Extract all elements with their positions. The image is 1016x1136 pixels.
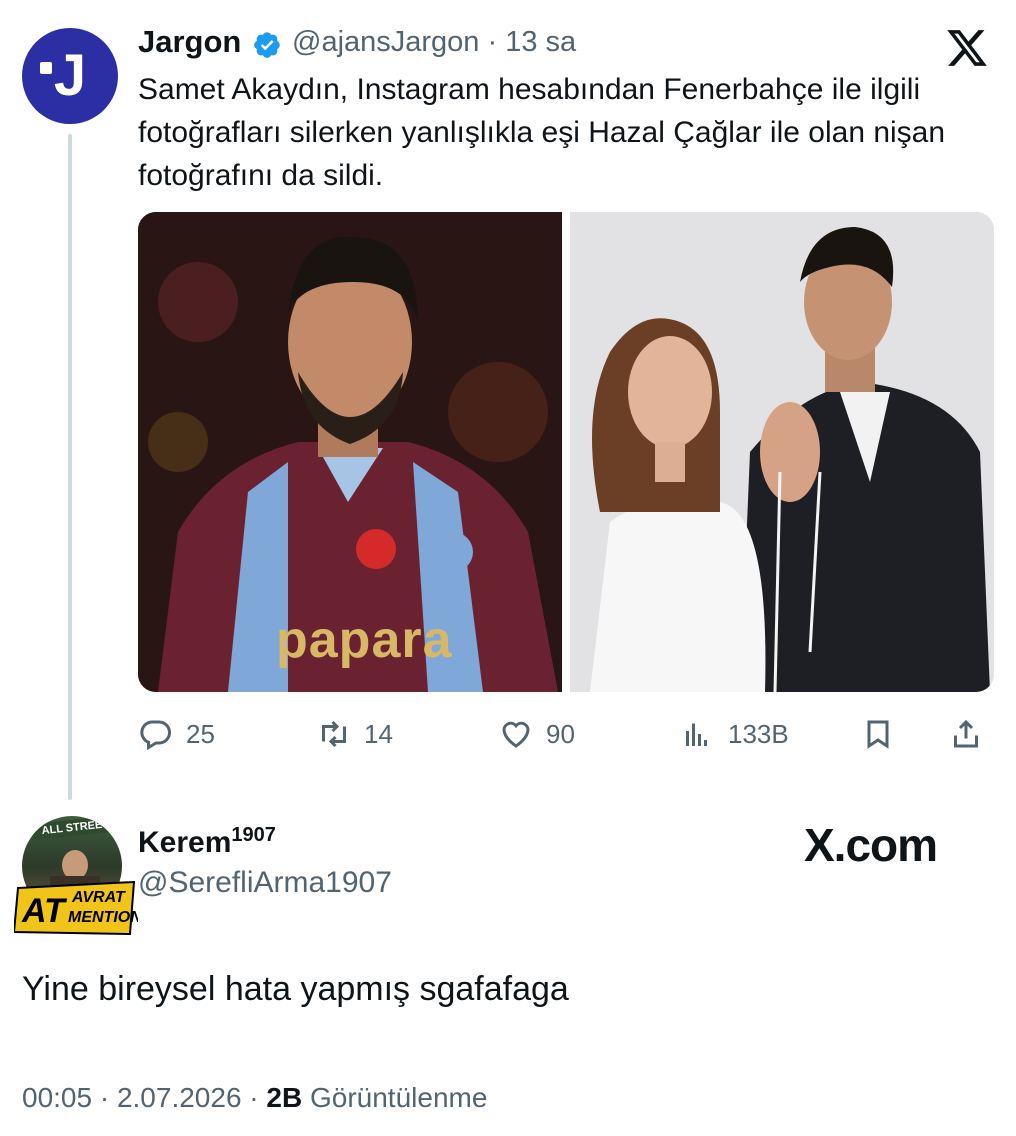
reply-button[interactable]: 25 [138,712,215,756]
jersey-sponsor: papara [276,611,453,669]
reply-author-name-text: Kerem [138,826,232,859]
reply-views-label: Görüntülenme [302,1082,488,1113]
retweet-icon [322,720,346,748]
badge-mention: MENTION [68,909,138,926]
badge-avrat: AVRAT [71,889,126,906]
author-name[interactable]: Jargon [138,24,241,60]
views-icon [686,723,707,746]
x-logo-icon[interactable] [944,26,990,70]
share-icon [954,719,978,748]
reply-count: 25 [186,718,215,749]
xcom-watermark: X.com [804,819,938,871]
thread-line [68,134,72,800]
reply-views-count: 2B [266,1082,303,1113]
like-icon [502,721,530,748]
tweet-time: 13 sa [505,26,577,58]
separator: · [479,26,506,58]
author-handle-time[interactable]: @ajansJargon · 13 sa [292,26,576,59]
reply-author-handle[interactable]: @SerefliArma1907 [138,866,392,900]
tweet-media[interactable]: papara [138,212,994,692]
reply-text: Yine bireysel hata yapmış sgafafaga [22,970,569,1008]
author-handle: @ajansJargon [292,26,480,58]
photo-player[interactable]: papara [138,212,562,692]
tweet-text: Samet Akaydın, Instagram hesabından Fene… [138,73,946,192]
reply-author-name[interactable]: Kerem1907 [138,824,276,860]
reply-meta: 00:05 · 2.07.2026 · 2B Görüntülenme [22,1082,487,1114]
bookmark-icon [867,720,889,749]
retweet-button[interactable]: 14 [316,712,393,756]
reply-timestamp[interactable]: 00:05 · 2.07.2026 · [22,1082,266,1113]
reply-author-name-sup: 1907 [231,824,276,846]
avatar-logo: J [39,43,87,108]
author-avatar[interactable]: J [22,28,118,124]
retweet-count: 14 [364,718,393,749]
views-count: 133B [728,718,789,749]
atavrat-badge: AT AVRAT MENTION [14,880,138,936]
views-button[interactable]: 133B [680,712,789,756]
share-button[interactable] [948,712,984,756]
avatar-sign: ALL STREE [31,816,113,841]
photo-engagement[interactable] [570,212,994,692]
verified-icon [254,32,280,58]
badge-at: AT [21,892,68,930]
bookmark-button[interactable] [860,712,896,756]
reply-icon [140,720,171,751]
like-count: 90 [546,718,575,749]
couple-illustration [570,212,994,692]
like-button[interactable]: 90 [498,712,575,756]
